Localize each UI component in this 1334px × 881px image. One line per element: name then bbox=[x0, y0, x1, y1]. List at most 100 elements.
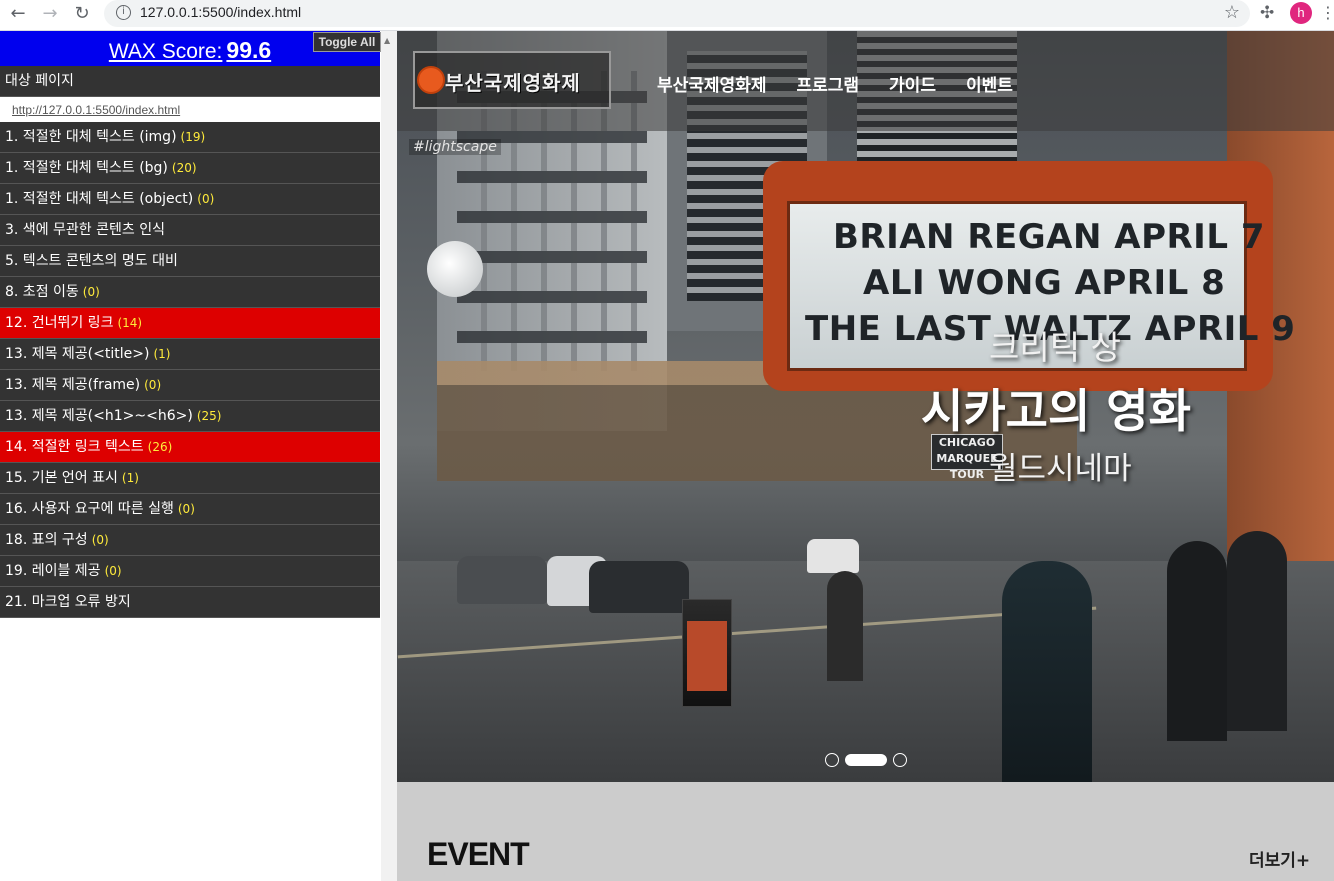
wax-check-count: (0) bbox=[104, 564, 122, 578]
pedestrian-shape bbox=[827, 571, 863, 681]
street-lamp bbox=[427, 241, 483, 297]
wax-check-item[interactable]: 3. 색에 무관한 콘텐츠 인식 bbox=[0, 215, 380, 246]
target-url-row: http://127.0.0.1:5500/index.html bbox=[0, 97, 380, 122]
car-shape bbox=[457, 556, 547, 604]
wax-check-count: (19) bbox=[180, 130, 206, 144]
wax-check-label: 5. 텍스트 콘텐츠의 명도 대비 bbox=[5, 253, 178, 269]
address-bar[interactable]: i 127.0.0.1:5500/index.html ☆ bbox=[104, 0, 1250, 27]
photo-tag: #lightscape bbox=[409, 139, 501, 155]
url-text[interactable]: 127.0.0.1:5500/index.html bbox=[140, 4, 301, 20]
pedestrian-shape bbox=[1227, 531, 1287, 731]
wax-check-label: 8. 초점 이동 bbox=[5, 284, 79, 300]
marquee-line: BRIAN REGAN APRIL 7 bbox=[833, 217, 1265, 257]
wax-check-item[interactable]: 8. 초점 이동 (0) bbox=[0, 277, 380, 308]
wax-check-item[interactable]: 21. 마크업 오류 방지 bbox=[0, 587, 380, 618]
wax-check-count: (25) bbox=[196, 409, 222, 423]
car-shape bbox=[589, 561, 689, 613]
poster-shape bbox=[687, 621, 727, 691]
wax-check-label: 13. 제목 제공(<title>) bbox=[5, 346, 150, 362]
wax-check-item[interactable]: 1. 적절한 대체 텍스트 (bg) (20) bbox=[0, 153, 380, 184]
wax-check-label: 1. 적절한 대체 텍스트 (bg) bbox=[5, 160, 168, 176]
reload-icon[interactable]: ↻ bbox=[68, 2, 96, 26]
wax-check-count: (14) bbox=[117, 316, 143, 330]
info-icon[interactable]: i bbox=[116, 5, 131, 20]
pager-dot-1[interactable] bbox=[825, 753, 839, 767]
avatar[interactable]: h bbox=[1290, 2, 1312, 24]
wax-check-item[interactable]: 19. 레이블 제공 (0) bbox=[0, 556, 380, 587]
event-section: EVENT 더보기+ bbox=[397, 782, 1334, 881]
wax-check-item[interactable]: 13. 제목 제공(frame) (0) bbox=[0, 370, 380, 401]
wax-check-label: 12. 건너뛰기 링크 bbox=[5, 315, 114, 331]
hero-title: 시카고의 영화 bbox=[921, 384, 1191, 438]
wax-check-item[interactable]: 13. 제목 제공(<h1>~<h6>) (25) bbox=[0, 401, 380, 432]
wax-check-item[interactable]: 16. 사용자 요구에 따른 실행 (0) bbox=[0, 494, 380, 525]
back-icon[interactable]: ← bbox=[4, 2, 32, 26]
wax-check-count: (1) bbox=[121, 471, 139, 485]
wax-check-label: 15. 기본 언어 표시 bbox=[5, 470, 118, 486]
wax-panel: WAX Score: 99.6 Toggle All 대상 페이지 http://… bbox=[0, 31, 381, 881]
website-viewport: BRIAN REGAN APRIL 7 ALI WONG APRIL 8 THE… bbox=[397, 31, 1334, 881]
wax-check-item[interactable]: 5. 텍스트 콘텐츠의 명도 대비 bbox=[0, 246, 380, 277]
wax-check-count: (0) bbox=[197, 192, 215, 206]
toggle-all-button[interactable]: Toggle All bbox=[313, 32, 381, 52]
wax-header: WAX Score: 99.6 Toggle All bbox=[0, 31, 381, 66]
wax-check-count: (20) bbox=[171, 161, 197, 175]
nav-item-guide[interactable]: 가이드 bbox=[889, 71, 936, 96]
wax-check-item[interactable]: 1. 적절한 대체 텍스트 (img) (19) bbox=[0, 122, 380, 153]
wax-check-label: 21. 마크업 오류 방지 bbox=[5, 594, 131, 610]
wax-check-item[interactable]: 15. 기본 언어 표시 (1) bbox=[0, 463, 380, 494]
pager-dot-3[interactable] bbox=[893, 753, 907, 767]
wax-check-count: (0) bbox=[177, 502, 195, 516]
film-reel-icon bbox=[417, 66, 445, 94]
hero-slide: BRIAN REGAN APRIL 7 ALI WONG APRIL 8 THE… bbox=[397, 31, 1334, 782]
wax-check-item[interactable]: 13. 제목 제공(<title>) (1) bbox=[0, 339, 380, 370]
wax-score-value: 99.6 bbox=[226, 37, 272, 63]
wax-check-label: 1. 적절한 대체 텍스트 (object) bbox=[5, 191, 194, 207]
wax-check-label: 13. 제목 제공(<h1>~<h6>) bbox=[5, 408, 193, 424]
scroll-up-icon[interactable]: ▲ bbox=[384, 36, 390, 45]
pedestrian-shape bbox=[1002, 561, 1092, 782]
more-link[interactable]: 더보기+ bbox=[1249, 846, 1310, 871]
pager-dot-2[interactable] bbox=[845, 754, 887, 766]
wax-check-count: (0) bbox=[91, 533, 109, 547]
event-title: EVENT bbox=[427, 836, 530, 872]
extensions-icon[interactable]: ✣ bbox=[1260, 3, 1274, 23]
car-shape bbox=[807, 539, 859, 573]
hero-distributor: 월드시네마 bbox=[989, 451, 1132, 487]
menu-icon[interactable]: ⋮ bbox=[1320, 3, 1334, 22]
star-icon[interactable]: ☆ bbox=[1224, 2, 1240, 23]
nav-item-event[interactable]: 이벤트 bbox=[966, 71, 1013, 96]
wax-check-label: 3. 색에 무관한 콘텐츠 인식 bbox=[5, 222, 165, 238]
wax-check-label: 1. 적절한 대체 텍스트 (img) bbox=[5, 129, 177, 145]
wax-check-label: 18. 표의 구성 bbox=[5, 532, 88, 548]
site-logo[interactable]: 부산국제영화제 bbox=[413, 51, 611, 109]
wax-check-item[interactable]: 1. 적절한 대체 텍스트 (object) (0) bbox=[0, 184, 380, 215]
forward-icon[interactable]: → bbox=[36, 2, 64, 26]
nav-item-festival[interactable]: 부산국제영화제 bbox=[657, 71, 766, 96]
wax-score-link[interactable]: WAX Score: 99.6 bbox=[109, 37, 271, 64]
wax-check-count: (1) bbox=[153, 347, 171, 361]
wax-check-label: 13. 제목 제공(frame) bbox=[5, 377, 141, 393]
target-page-label: 대상 페이지 bbox=[0, 66, 380, 97]
wax-check-item[interactable]: 14. 적절한 링크 텍스트 (26) bbox=[0, 432, 380, 463]
wax-check-label: 16. 사용자 요구에 따른 실행 bbox=[5, 501, 174, 517]
panel-scrollbar[interactable] bbox=[381, 31, 397, 881]
pedestrian-shape bbox=[1167, 541, 1227, 741]
wax-check-count: (0) bbox=[144, 378, 162, 392]
site-header: 부산국제영화제 부산국제영화제 프로그램 가이드 이벤트 bbox=[397, 31, 1334, 131]
nav-item-program[interactable]: 프로그램 bbox=[796, 71, 859, 96]
marquee-line: ALI WONG APRIL 8 bbox=[863, 263, 1226, 303]
wax-check-count: (0) bbox=[82, 285, 100, 299]
target-url-link[interactable]: http://127.0.0.1:5500/index.html bbox=[12, 103, 180, 117]
logo-text: 부산국제영화제 bbox=[445, 71, 581, 95]
wax-check-item[interactable]: 12. 건너뛰기 링크 (14) bbox=[0, 308, 380, 339]
wax-check-list: 1. 적절한 대체 텍스트 (img) (19) 1. 적절한 대체 텍스트 (bg… bbox=[0, 122, 380, 618]
slide-pager bbox=[825, 753, 907, 767]
wax-check-label: 19. 레이블 제공 bbox=[5, 563, 101, 579]
wax-score-label: WAX Score: bbox=[108, 40, 223, 63]
hero-award: 크리틱 상 bbox=[989, 328, 1121, 367]
wax-check-label: 14. 적절한 링크 텍스트 bbox=[5, 439, 144, 455]
wax-check-count: (26) bbox=[147, 440, 173, 454]
wax-check-item[interactable]: 18. 표의 구성 (0) bbox=[0, 525, 380, 556]
main-nav: 부산국제영화제 프로그램 가이드 이벤트 bbox=[657, 71, 1013, 96]
